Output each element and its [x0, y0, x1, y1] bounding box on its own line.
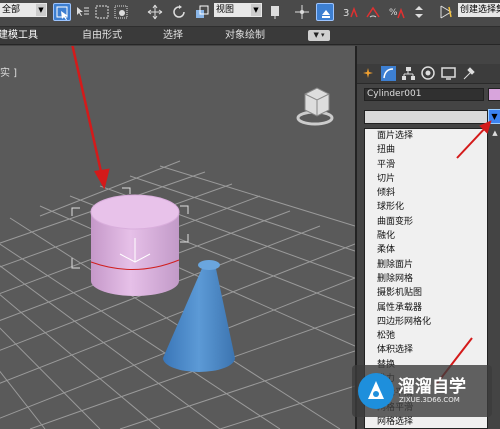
reference-coord-dropdown[interactable]: 视图 ▼	[214, 3, 262, 17]
spinner-snap-button[interactable]	[410, 3, 428, 21]
rotate-icon	[173, 5, 185, 18]
hierarchy-tab-icon[interactable]	[401, 66, 416, 81]
modify-tab-icon[interactable]	[381, 66, 396, 81]
display-tab-icon[interactable]	[441, 66, 456, 81]
modifier-list-dropdown[interactable]	[364, 110, 488, 124]
object-color-swatch[interactable]	[488, 88, 500, 101]
object-name-field[interactable]: Cylinder001	[364, 88, 484, 101]
tab-modeling-tools[interactable]: 建模工具	[0, 29, 38, 43]
tab-object-paint[interactable]: 对象绘制	[225, 29, 265, 43]
window-crossing-icon	[114, 5, 128, 19]
motion-tab-icon[interactable]	[421, 66, 436, 81]
modifier-list-item[interactable]: 曲面变形	[365, 215, 487, 229]
watermark-logo-icon	[358, 373, 394, 409]
keyboard-shortcut-icon	[322, 10, 330, 18]
rotate-button[interactable]	[170, 3, 188, 21]
manipulate-icon	[295, 5, 309, 19]
chevron-down-icon: ▼	[491, 112, 498, 121]
modifier-list-item[interactable]: 面片选择	[365, 129, 487, 143]
modifier-list-item[interactable]: 体积选择	[365, 343, 487, 357]
percent-snap-button[interactable]: %	[388, 3, 406, 21]
ribbon-bar: 建模工具 自由形式 选择 对象绘制 ▼ ▾	[0, 27, 500, 45]
view-cube	[296, 87, 334, 126]
modifier-list-item[interactable]: 平滑	[365, 158, 487, 172]
named-selection-icon	[440, 5, 452, 19]
modifier-list-item[interactable]: 倾斜	[365, 186, 487, 200]
scroll-up-icon[interactable]: ▲	[491, 129, 499, 137]
select-cursor-icon	[56, 6, 68, 20]
modifier-list-item[interactable]: 删除面片	[365, 258, 487, 272]
modifier-list-dropdown-button[interactable]: ▼	[488, 109, 500, 124]
pivot-center-icon	[271, 6, 279, 19]
perspective-viewport[interactable]: 实 ]	[0, 46, 355, 429]
modifier-list-item[interactable]: 扭曲	[365, 143, 487, 157]
select-manipulate-button[interactable]	[293, 3, 311, 21]
rectangle-region-icon	[95, 5, 109, 19]
selection-filter-dropdown[interactable]: 全部 ▼	[0, 3, 47, 17]
move-icon	[147, 4, 163, 20]
snap-toggle-button[interactable]: 3	[342, 3, 360, 21]
svg-text:3: 3	[343, 8, 349, 19]
viewport-scene	[0, 46, 355, 429]
watermark-url: ZIXUE.3D66.COM	[399, 396, 460, 404]
angle-snap-button[interactable]	[364, 3, 382, 21]
ribbon-options-dropdown[interactable]: ▼ ▾	[308, 30, 330, 41]
window-crossing-button[interactable]	[112, 3, 130, 21]
modifier-list-item[interactable]: 四边形网格化	[365, 315, 487, 329]
utilities-tab-icon[interactable]	[461, 66, 476, 81]
svg-text:%: %	[389, 8, 398, 18]
tab-freeform[interactable]: 自由形式	[82, 29, 122, 43]
cylinder-object	[90, 194, 180, 296]
keyboard-shortcut-toggle-button[interactable]	[316, 3, 334, 21]
spinner-snap-icon	[415, 6, 423, 18]
annotation-arrow	[71, 46, 110, 190]
select-by-name-icon	[77, 7, 89, 16]
main-toolbar: 全部 ▼ 视图 ▼ 3 % 创建选择	[0, 0, 500, 27]
modifier-list-item[interactable]: 融化	[365, 229, 487, 243]
percent-snap-icon: %	[389, 7, 405, 19]
snap-3d-icon: 3	[343, 6, 358, 19]
modifier-list-item[interactable]: 切片	[365, 172, 487, 186]
modifier-list-item[interactable]: 删除网格	[365, 272, 487, 286]
watermark: 溜溜自学 ZIXUE.3D66.COM	[352, 365, 492, 417]
angle-snap-icon	[366, 6, 380, 18]
edit-named-selection-button[interactable]	[437, 3, 455, 21]
home-grid	[0, 160, 355, 429]
command-panel-tabs	[357, 64, 500, 84]
chevron-down-icon: ▼	[36, 4, 46, 16]
watermark-title: 溜溜自学	[398, 377, 466, 397]
reference-coord-value: 视图	[216, 5, 235, 15]
select-object-button[interactable]	[53, 3, 71, 21]
scale-icon	[196, 5, 209, 18]
move-button[interactable]	[146, 3, 164, 21]
pivot-center-button[interactable]	[267, 3, 285, 21]
selection-filter-value: 全部	[2, 5, 21, 15]
select-by-name-button[interactable]	[73, 3, 91, 21]
chevron-down-icon: ▼	[251, 4, 261, 16]
modifier-list-item[interactable]: 网格选择	[365, 415, 487, 428]
scale-button[interactable]	[193, 3, 211, 21]
named-selection-set-field[interactable]: 创建选择集	[458, 3, 500, 17]
modifier-list-item[interactable]: 摄影机贴图	[365, 286, 487, 300]
modifier-list-item[interactable]: 属性承载器	[365, 301, 487, 315]
tab-selection[interactable]: 选择	[163, 29, 183, 43]
modifier-list-item[interactable]: 球形化	[365, 200, 487, 214]
modifier-list-item[interactable]: 柔体	[365, 243, 487, 257]
create-tab-icon[interactable]	[361, 66, 376, 81]
modifier-list-item[interactable]: 松弛	[365, 329, 487, 343]
rectangle-region-button[interactable]	[93, 3, 111, 21]
